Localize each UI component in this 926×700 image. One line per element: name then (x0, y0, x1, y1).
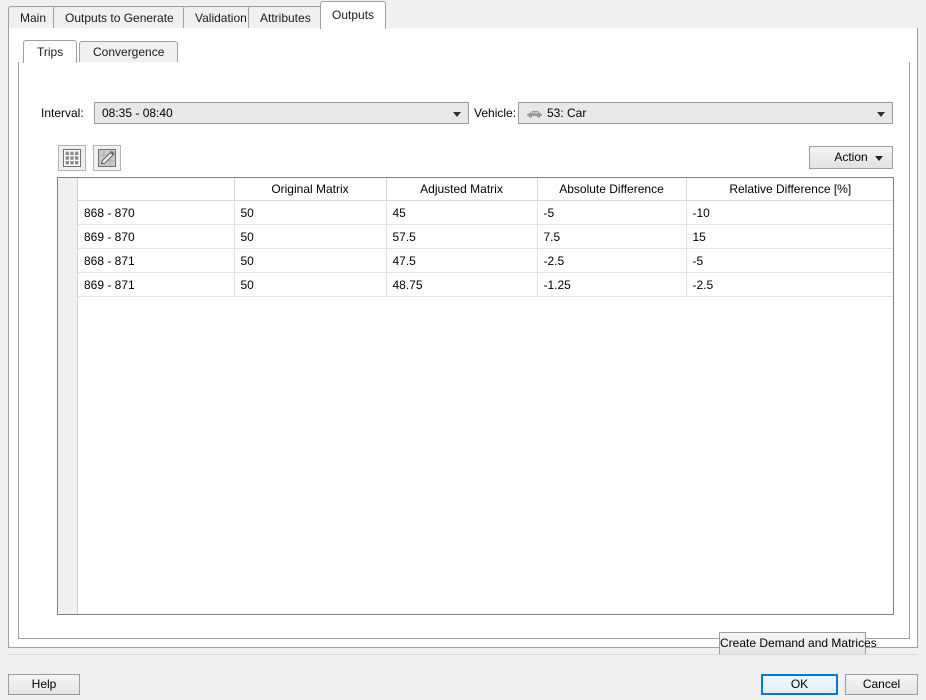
cell-pair: 869 - 870 (78, 225, 234, 249)
cell-adjusted: 48.75 (386, 273, 537, 297)
footer-divider (8, 654, 918, 655)
tab-attributes[interactable]: Attributes (248, 6, 323, 29)
cell-absolute: -2.5 (537, 249, 686, 273)
table-row[interactable]: 869 - 871 50 48.75 -1.25 -2.5 (78, 273, 894, 297)
column-header-adjusted-matrix[interactable]: Adjusted Matrix (386, 178, 537, 201)
interval-label: Interval: (41, 102, 84, 124)
vehicle-select[interactable]: 53: Car (518, 102, 893, 124)
filter-row: Interval: 08:35 - 08:40 Vehicle: 53: Car (19, 102, 909, 124)
cell-adjusted: 47.5 (386, 249, 537, 273)
cell-relative: -5 (686, 249, 894, 273)
trips-table[interactable]: Original Matrix Adjusted Matrix Absolute… (57, 177, 894, 615)
inner-tab-bar: Trips Convergence (18, 40, 910, 63)
cell-absolute: -5 (537, 201, 686, 225)
vehicle-label: Vehicle: (474, 102, 516, 124)
cell-adjusted: 57.5 (386, 225, 537, 249)
cell-pair: 869 - 871 (78, 273, 234, 297)
cell-relative: 15 (686, 225, 894, 249)
show-matrix-button[interactable] (58, 145, 86, 171)
cell-original: 50 (234, 201, 386, 225)
cell-original: 50 (234, 225, 386, 249)
matrix-pencil-icon (98, 149, 116, 167)
table-row[interactable]: 869 - 870 50 57.5 7.5 15 (78, 225, 894, 249)
table-header-row: Original Matrix Adjusted Matrix Absolute… (78, 178, 894, 201)
trips-table-grid: Original Matrix Adjusted Matrix Absolute… (78, 178, 894, 297)
matrix-grid-icon (63, 149, 81, 167)
interval-select[interactable]: 08:35 - 08:40 (94, 102, 469, 124)
outer-tab-bar: Main Outputs to Generate Validation Attr… (0, 0, 926, 29)
car-icon (526, 108, 543, 119)
tab-outputs[interactable]: Outputs (320, 1, 386, 29)
tab-main[interactable]: Main (8, 6, 58, 29)
column-header-original-matrix[interactable]: Original Matrix (234, 178, 386, 201)
cell-adjusted: 45 (386, 201, 537, 225)
interval-select-value: 08:35 - 08:40 (102, 103, 446, 123)
cell-relative: -2.5 (686, 273, 894, 297)
column-header-pair[interactable] (78, 178, 234, 201)
cell-absolute: -1.25 (537, 273, 686, 297)
action-button-label: Action (834, 150, 867, 164)
edit-matrix-button[interactable] (93, 145, 121, 171)
tab-convergence[interactable]: Convergence (79, 41, 178, 63)
column-header-relative-difference[interactable]: Relative Difference [%] (686, 178, 894, 201)
table-row[interactable]: 868 - 871 50 47.5 -2.5 -5 (78, 249, 894, 273)
chevron-down-icon (875, 156, 883, 161)
cell-original: 50 (234, 249, 386, 273)
cell-pair: 868 - 871 (78, 249, 234, 273)
action-button[interactable]: Action (809, 146, 893, 169)
tab-trips[interactable]: Trips (23, 40, 77, 63)
cell-pair: 868 - 870 (78, 201, 234, 225)
chevron-down-icon (453, 112, 461, 117)
outputs-panel: Trips Convergence Interval: 08:35 - 08:4… (8, 28, 918, 648)
tab-outputs-to-generate[interactable]: Outputs to Generate (53, 6, 186, 29)
cell-original: 50 (234, 273, 386, 297)
row-selector-gutter (58, 178, 78, 614)
cancel-button[interactable]: Cancel (845, 674, 918, 695)
cell-absolute: 7.5 (537, 225, 686, 249)
table-row[interactable]: 868 - 870 50 45 -5 -10 (78, 201, 894, 225)
chevron-down-icon (877, 112, 885, 117)
ok-button[interactable]: OK (761, 674, 838, 695)
vehicle-select-value: 53: Car (547, 103, 870, 123)
trips-tab-content: Interval: 08:35 - 08:40 Vehicle: 53: Car (18, 62, 910, 639)
cell-relative: -10 (686, 201, 894, 225)
create-demand-and-matrices-button[interactable]: Create Demand and Matrices (719, 632, 866, 655)
column-header-absolute-difference[interactable]: Absolute Difference (537, 178, 686, 201)
help-button[interactable]: Help (8, 674, 80, 695)
